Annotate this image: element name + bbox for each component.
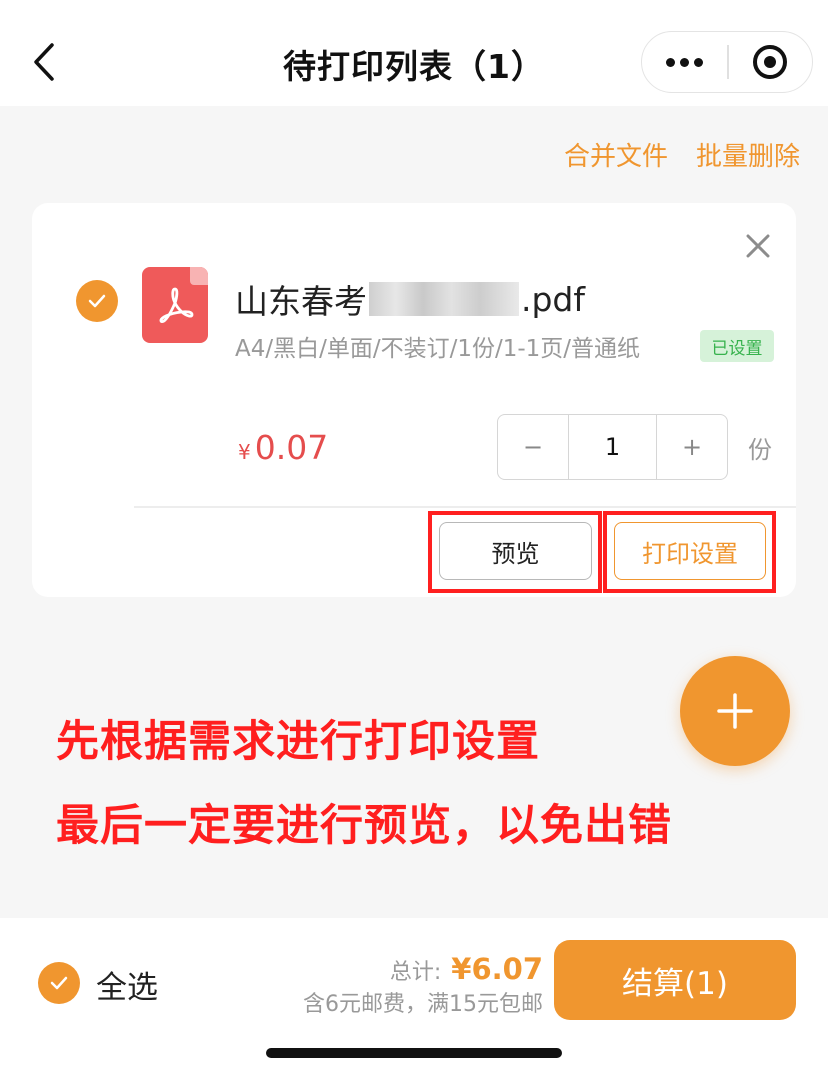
configured-badge: 已设置 [700,330,774,362]
print-spec-text: A4/黑白/单面/不装订/1份/1-1页/普通纸 [235,336,641,362]
increase-button[interactable]: + [657,415,727,479]
total-label: 总计: [389,960,442,985]
merge-files-link[interactable]: 合并文件 [564,136,668,173]
plus-icon [717,693,753,729]
file-name-suffix: .pdf [521,279,586,319]
decrease-button[interactable]: − [498,415,568,479]
batch-delete-link[interactable]: 批量删除 [696,136,800,173]
pdf-icon-fold [190,267,208,285]
more-dots-icon [666,57,704,67]
file-name: 山东春考 .pdf [235,275,585,323]
select-all-label[interactable]: 全选 [96,962,158,1007]
file-card: 山东春考 .pdf A4/黑白/单面/不装订/1份/1-1页/普通纸 已设置 ¥… [32,203,796,597]
quantity-stepper: − 1 + [497,414,728,480]
annotation-text-1: 先根据需求进行打印设置 [56,717,540,767]
quantity-value[interactable]: 1 [568,415,657,479]
remove-file-button[interactable] [742,230,774,262]
mini-program-capsule [641,31,813,93]
select-all-checkbox[interactable] [38,962,80,1004]
quantity-unit: 份 [748,436,772,464]
close-icon [746,234,770,258]
print-settings-button[interactable]: 打印设置 [614,522,766,580]
checkout-bar: 全选 总计: ¥6.07 含6元邮费，满15元包邮 结算(1) [0,918,828,1071]
total-price: ¥6.07 [451,952,543,986]
check-icon [50,976,68,990]
list-actions: 合并文件 批量删除 [564,136,800,173]
file-select-checkbox[interactable] [76,280,118,322]
check-icon [88,294,106,308]
more-button[interactable] [642,32,727,92]
acrobat-icon [159,287,194,324]
home-indicator [266,1048,562,1058]
annotation-text-2: 最后一定要进行预览，以免出错 [56,801,672,851]
total-summary: 总计: ¥6.07 [390,952,543,986]
pdf-file-icon [142,267,208,343]
file-name-prefix: 山东春考 [235,282,367,321]
card-divider [134,506,796,508]
redacted-filename-blur [369,282,519,316]
checkout-button[interactable]: 结算(1) [554,940,796,1020]
currency-symbol: ¥ [238,440,251,464]
add-file-button[interactable] [680,656,790,766]
postage-note: 含6元邮费，满15元包邮 [303,992,543,1017]
price-value: 0.07 [254,428,329,467]
target-close-icon [753,45,788,79]
preview-button[interactable]: 预览 [439,522,592,580]
nav-bar: 待打印列表（1） [0,0,828,106]
close-mini-program-button[interactable] [729,32,812,92]
file-price: ¥ 0.07 [238,428,328,467]
